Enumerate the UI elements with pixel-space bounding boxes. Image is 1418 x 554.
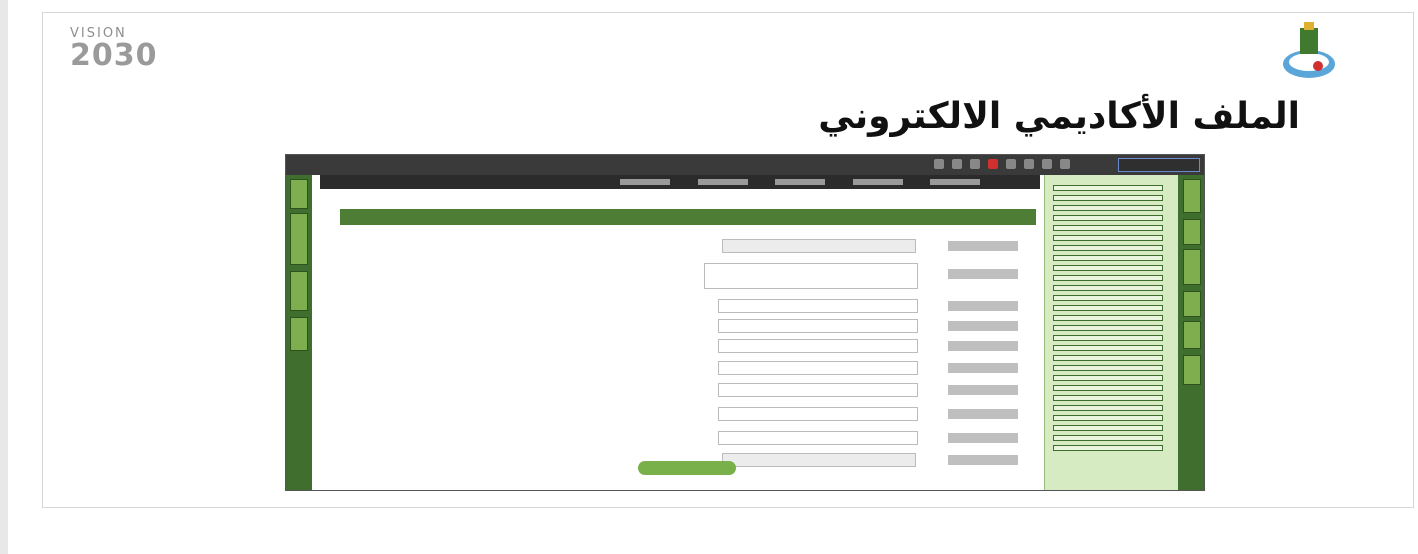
menu-item[interactable] xyxy=(1053,285,1163,291)
menu-item[interactable] xyxy=(1053,375,1163,381)
menu-item[interactable] xyxy=(1053,245,1163,251)
vision-2030-logo: VISION 2030 xyxy=(70,26,200,86)
field-label xyxy=(948,321,1018,331)
menu-item[interactable] xyxy=(1053,315,1163,321)
form-select[interactable] xyxy=(718,339,918,353)
strip-tile[interactable] xyxy=(1183,249,1201,285)
form-select[interactable] xyxy=(718,299,918,313)
menu-item[interactable] xyxy=(1053,395,1163,401)
strip-tile[interactable] xyxy=(1183,355,1201,385)
left-border xyxy=(0,0,8,554)
left-tool-strip xyxy=(286,175,312,490)
embedded-screenshot xyxy=(285,154,1205,491)
menu-item[interactable] xyxy=(1053,405,1163,411)
strip-tile[interactable] xyxy=(290,213,308,265)
menu-item[interactable] xyxy=(1053,335,1163,341)
form-body xyxy=(342,227,1036,490)
browser-toolbar xyxy=(286,155,1204,175)
top-navigation xyxy=(320,175,1040,189)
vision-year: 2030 xyxy=(70,38,158,73)
field-label xyxy=(948,433,1018,443)
strip-tile[interactable] xyxy=(1183,321,1201,349)
strip-tile[interactable] xyxy=(290,317,308,351)
form-field[interactable] xyxy=(722,453,916,467)
menu-item[interactable] xyxy=(1053,435,1163,441)
field-label xyxy=(948,455,1018,465)
toolbar-icons xyxy=(934,159,1114,171)
menu-item[interactable] xyxy=(1053,345,1163,351)
field-label xyxy=(948,409,1018,419)
menu-item[interactable] xyxy=(1053,205,1163,211)
page-title: الملف الأكاديمي الالكتروني xyxy=(818,96,1300,137)
form-select[interactable] xyxy=(718,319,918,333)
menu-item[interactable] xyxy=(1053,425,1163,431)
menu-item[interactable] xyxy=(1053,295,1163,301)
form-field[interactable] xyxy=(718,383,918,397)
submit-button[interactable] xyxy=(638,461,736,475)
field-label xyxy=(948,269,1018,279)
field-label xyxy=(948,341,1018,351)
menu-item[interactable] xyxy=(1053,225,1163,231)
menu-item[interactable] xyxy=(1053,215,1163,221)
form-panel-header xyxy=(340,209,1036,225)
form-field[interactable] xyxy=(718,361,918,375)
field-label xyxy=(948,301,1018,311)
address-bar[interactable] xyxy=(346,159,586,171)
right-tool-strip xyxy=(1178,175,1204,490)
menu-item[interactable] xyxy=(1053,365,1163,371)
menu-item[interactable] xyxy=(1053,255,1163,261)
menu-item[interactable] xyxy=(1053,385,1163,391)
strip-tile[interactable] xyxy=(1183,219,1201,245)
menu-item[interactable] xyxy=(1053,445,1163,451)
menu-item[interactable] xyxy=(1053,265,1163,271)
field-label xyxy=(948,363,1018,373)
menu-item[interactable] xyxy=(1053,235,1163,241)
university-logo xyxy=(1283,22,1335,78)
menu-item[interactable] xyxy=(1053,305,1163,311)
strip-tile[interactable] xyxy=(290,271,308,311)
menu-item[interactable] xyxy=(1053,325,1163,331)
strip-tile[interactable] xyxy=(1183,179,1201,213)
menu-item[interactable] xyxy=(1053,185,1163,191)
right-menu-pane xyxy=(1044,175,1178,490)
browser-search-box[interactable] xyxy=(1118,158,1200,172)
menu-item[interactable] xyxy=(1053,355,1163,361)
form-textarea[interactable] xyxy=(704,263,918,289)
strip-tile[interactable] xyxy=(1183,291,1201,317)
menu-item[interactable] xyxy=(1053,275,1163,281)
menu-item[interactable] xyxy=(1053,415,1163,421)
form-field[interactable] xyxy=(722,239,916,253)
menu-item[interactable] xyxy=(1053,195,1163,201)
field-label xyxy=(948,241,1018,251)
form-field[interactable] xyxy=(718,431,918,445)
form-field[interactable] xyxy=(718,407,918,421)
field-label xyxy=(948,385,1018,395)
strip-tile[interactable] xyxy=(290,179,308,209)
